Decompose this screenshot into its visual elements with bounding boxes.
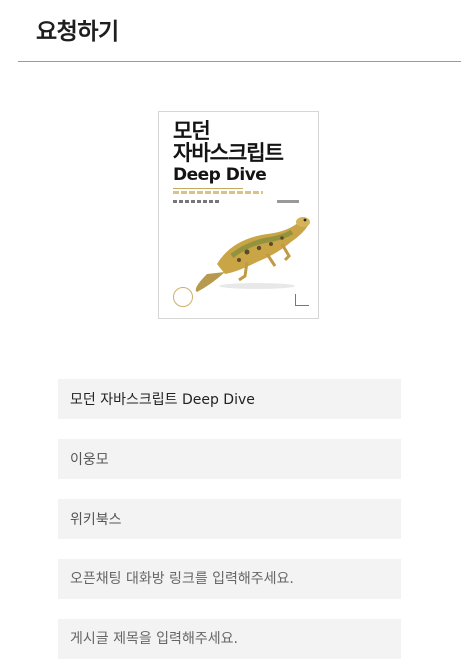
cover-divider: [173, 188, 243, 189]
chat-link-input[interactable]: [58, 559, 401, 599]
cover-badge-icon: [173, 287, 193, 307]
cover-title-english: Deep Dive: [173, 165, 267, 185]
post-title-input[interactable]: [58, 619, 401, 659]
page-header: 요청하기: [18, 0, 461, 62]
cover-author-line: [173, 200, 221, 203]
book-cover-image: 모던 자바스크립트 Deep Dive: [158, 111, 319, 319]
cover-translator-line: [277, 200, 299, 203]
gecko-illustration: [195, 217, 310, 292]
request-page: 요청하기 모던 자바스크립트 Deep Dive: [0, 0, 473, 668]
publisher-input[interactable]: [58, 499, 401, 539]
book-title-input[interactable]: [58, 379, 401, 419]
cover-tagline: [173, 191, 263, 194]
cover-title-korean: 모던 자바스크립트: [173, 119, 284, 165]
publisher-logo-icon: [295, 294, 309, 306]
page-title: 요청하기: [36, 19, 119, 45]
author-input[interactable]: [58, 439, 401, 479]
